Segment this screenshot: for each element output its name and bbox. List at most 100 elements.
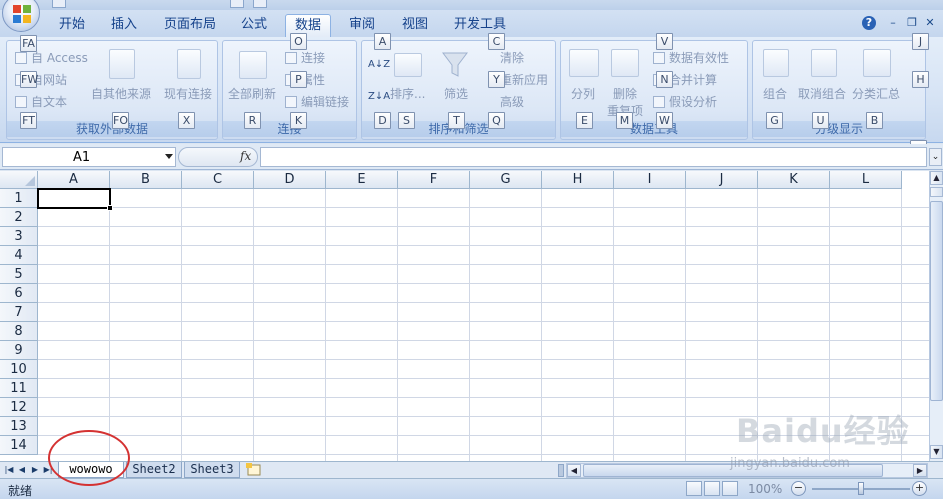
normal-view-icon[interactable]	[686, 481, 702, 496]
ungroup-button[interactable]: 取消组合	[798, 85, 846, 102]
remove-duplicates-button[interactable]: 删除	[613, 85, 637, 102]
row-header[interactable]: 7	[0, 303, 38, 322]
clear-button[interactable]: 清除	[500, 49, 524, 66]
fill-handle[interactable]	[107, 205, 113, 211]
insert-sheet-icon[interactable]	[244, 463, 264, 477]
scroll-right-icon[interactable]: ▶	[913, 464, 927, 477]
ribbon-tabs: 开始 插入 页面布局 公式 数据 审阅 视图 开发工具 ? – ❐ ✕	[0, 10, 943, 37]
tab-home[interactable]: 开始	[52, 14, 92, 37]
data-validation-button[interactable]: 数据有效性	[669, 49, 729, 66]
tab-page-layout[interactable]: 页面布局	[158, 14, 222, 37]
row-header[interactable]: 8	[0, 322, 38, 341]
last-sheet-icon[interactable]: ▶|	[43, 464, 53, 476]
minimize-icon[interactable]: –	[886, 16, 900, 30]
text-to-columns-button[interactable]: 分列	[571, 85, 595, 102]
gridline-vertical	[109, 189, 110, 461]
from-other-sources-button[interactable]: 自其他来源	[91, 85, 151, 102]
sheet-tab-sheet2[interactable]: Sheet2	[126, 462, 182, 478]
vertical-split-handle[interactable]	[930, 187, 943, 197]
edit-links-button[interactable]: 编辑链接	[301, 93, 349, 110]
column-header[interactable]: K	[758, 171, 830, 189]
column-header[interactable]: B	[110, 171, 182, 189]
tab-view[interactable]: 视图	[395, 14, 435, 37]
sort-button[interactable]: 排序...	[390, 85, 425, 102]
sheet-tab-wowowo[interactable]: wowowo	[58, 462, 124, 478]
next-sheet-icon[interactable]: ▶	[30, 464, 40, 476]
row-header[interactable]: 9	[0, 341, 38, 360]
from-text-button[interactable]: 自文本	[31, 93, 67, 110]
column-header[interactable]: C	[182, 171, 254, 189]
scroll-left-icon[interactable]: ◀	[567, 464, 581, 477]
row-header[interactable]: 6	[0, 284, 38, 303]
restore-icon[interactable]: ❐	[905, 16, 919, 30]
keytip-y: Y	[488, 71, 505, 88]
keytip-fo: FO	[112, 112, 129, 129]
column-header[interactable]: H	[542, 171, 614, 189]
chevron-down-icon[interactable]	[165, 154, 173, 159]
column-header[interactable]: D	[254, 171, 326, 189]
vertical-scrollbar[interactable]: ▲ ▼	[929, 171, 943, 461]
close-icon[interactable]: ✕	[923, 16, 937, 30]
row-header[interactable]: 4	[0, 246, 38, 265]
row-header[interactable]: 11	[0, 379, 38, 398]
insert-function-icon[interactable]: fx	[240, 149, 251, 163]
sort-desc-icon[interactable]: Z↓A	[368, 91, 390, 102]
keytip-g: G	[766, 112, 783, 129]
first-sheet-icon[interactable]: |◀	[4, 464, 14, 476]
expand-formula-bar-icon[interactable]: ⌄	[929, 148, 942, 166]
refresh-all-button[interactable]: 全部刷新	[228, 85, 276, 102]
help-icon[interactable]: ?	[862, 16, 876, 30]
save-icon[interactable]	[52, 0, 66, 8]
connections-button[interactable]: 连接	[301, 49, 325, 66]
column-header[interactable]: F	[398, 171, 470, 189]
undo-icon[interactable]	[230, 0, 244, 8]
name-box[interactable]: A1	[2, 147, 176, 167]
redo-icon[interactable]	[253, 0, 267, 8]
column-header[interactable]: A	[38, 171, 110, 189]
column-header[interactable]: G	[470, 171, 542, 189]
row-header[interactable]: 13	[0, 417, 38, 436]
filter-button[interactable]: 筛选	[444, 85, 468, 102]
row-header[interactable]: 3	[0, 227, 38, 246]
column-header[interactable]: E	[326, 171, 398, 189]
row-header[interactable]: 1	[0, 189, 38, 208]
advanced-button[interactable]: 高级	[500, 93, 524, 110]
scroll-up-icon[interactable]: ▲	[930, 171, 943, 185]
row-header[interactable]: 2	[0, 208, 38, 227]
sort-asc-icon[interactable]: A↓Z	[368, 59, 390, 70]
zoom-level[interactable]: 100%	[748, 482, 782, 496]
zoom-in-icon[interactable]: +	[912, 481, 927, 496]
column-header[interactable]: L	[830, 171, 902, 189]
page-layout-view-icon[interactable]	[704, 481, 720, 496]
gridline-horizontal	[38, 321, 929, 322]
page-break-view-icon[interactable]	[722, 481, 738, 496]
group-button[interactable]: 组合	[763, 85, 787, 102]
tab-formulas[interactable]: 公式	[234, 14, 274, 37]
prev-sheet-icon[interactable]: ◀	[17, 464, 27, 476]
column-header[interactable]: I	[614, 171, 686, 189]
row-header[interactable]: 5	[0, 265, 38, 284]
existing-connections-button[interactable]: 现有连接	[164, 85, 212, 102]
active-cell-a1[interactable]	[37, 188, 111, 209]
reapply-button[interactable]: 重新应用	[500, 71, 548, 88]
consolidate-button[interactable]: 合并计算	[669, 71, 717, 88]
subtotal-button[interactable]: 分类汇总	[852, 85, 900, 102]
vertical-scroll-thumb[interactable]	[930, 201, 943, 401]
tab-insert[interactable]: 插入	[104, 14, 144, 37]
office-logo-icon	[13, 5, 31, 23]
sheet-tab-sheet3[interactable]: Sheet3	[184, 462, 240, 478]
gridline-vertical	[397, 189, 398, 461]
row-header[interactable]: 14	[0, 436, 38, 455]
formula-input[interactable]	[260, 147, 927, 167]
row-header[interactable]: 12	[0, 398, 38, 417]
what-if-button[interactable]: 假设分析	[669, 93, 717, 110]
tab-split-handle[interactable]	[558, 464, 564, 477]
keytip-q: Q	[488, 112, 505, 129]
row-header[interactable]: 10	[0, 360, 38, 379]
select-all-button[interactable]	[0, 171, 38, 189]
from-access-button[interactable]: 自 Access	[31, 49, 88, 66]
zoom-out-icon[interactable]: −	[791, 481, 806, 496]
zoom-slider-thumb[interactable]	[858, 482, 864, 495]
scroll-down-icon[interactable]: ▼	[930, 445, 943, 459]
column-header[interactable]: J	[686, 171, 758, 189]
